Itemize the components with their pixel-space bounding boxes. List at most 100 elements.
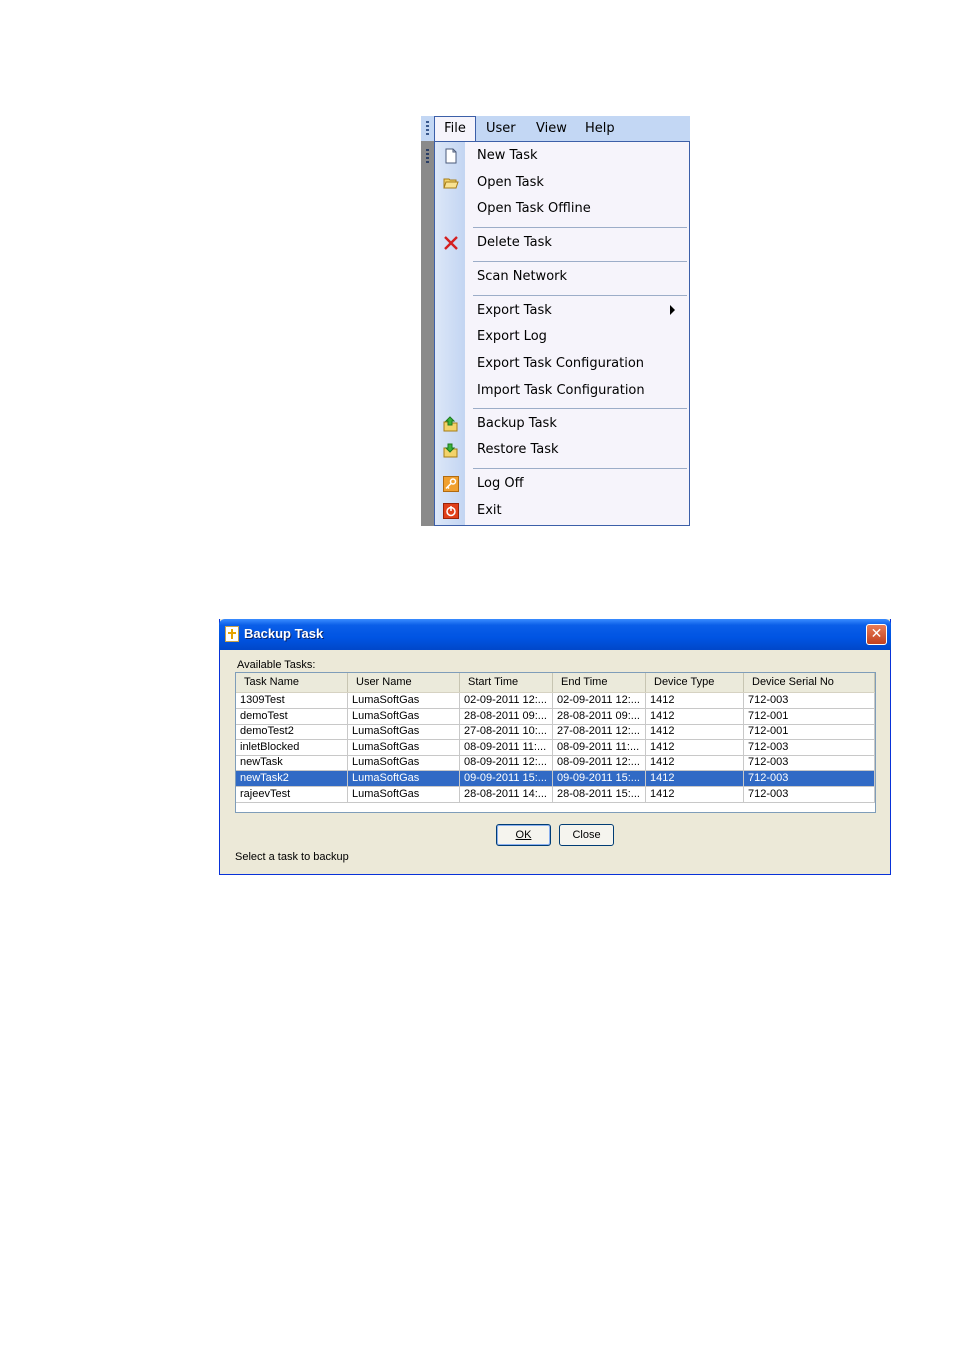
cell-end-time: 27-08-2011 12:... <box>553 724 646 740</box>
menu-item-restore-task[interactable]: Restore Task <box>435 437 689 463</box>
menu-view[interactable]: View <box>536 116 567 141</box>
table-row[interactable]: newTask2 LumaSoftGas 09-09-2011 15:... 09-0… <box>236 771 875 787</box>
cell-user-name: LumaSoftGas <box>348 708 460 724</box>
menu-item-export-log[interactable]: Export Log <box>435 324 689 350</box>
delete-x-icon <box>443 235 459 251</box>
toolbar-grip-lower[interactable] <box>426 149 429 163</box>
cell-task-name: 1309Test <box>236 693 348 708</box>
cell-device-type: 1412 <box>646 693 744 708</box>
cell-user-name: LumaSoftGas <box>348 739 460 755</box>
cell-device-serial-no: 712-003 <box>744 755 875 771</box>
menu-help[interactable]: Help <box>585 116 615 141</box>
menu-item-backup-task[interactable]: Backup Task <box>435 411 689 437</box>
column-header-device-serial-no[interactable]: Device Serial No <box>744 673 875 692</box>
new-document-icon <box>443 148 459 164</box>
column-header-task-name[interactable]: Task Name <box>236 673 348 692</box>
menu-item-label: Export Task Configuration <box>477 356 645 371</box>
cell-device-type: 1412 <box>646 771 744 786</box>
cell-device-serial-no: 712-003 <box>744 786 875 802</box>
menu-item-import-task-configuration[interactable]: Import Task Configuration <box>435 378 689 404</box>
cell-user-name: LumaSoftGas <box>348 693 460 708</box>
dialog-titlebar[interactable]: Backup Task ✕ <box>219 619 891 650</box>
menu-item-label: Open Task <box>477 175 544 190</box>
cell-task-name: inletBlocked <box>236 739 348 755</box>
available-tasks-label: Available Tasks: <box>237 659 316 671</box>
menu-user[interactable]: User <box>486 116 516 141</box>
menu-item-label: Import Task Configuration <box>477 383 645 398</box>
menu-file[interactable]: File <box>434 116 476 141</box>
cell-end-time: 08-09-2011 11:... <box>553 739 646 755</box>
table-row[interactable]: rajeevTest LumaSoftGas 28-08-2011 14:... 28… <box>236 786 875 803</box>
toolbar-grip[interactable] <box>426 121 429 135</box>
column-header-end-time[interactable]: End Time <box>553 673 646 692</box>
table-row[interactable]: demoTest LumaSoftGas 28-08-2011 09:... 28-0… <box>236 708 875 725</box>
cell-user-name: LumaSoftGas <box>348 755 460 771</box>
table-row[interactable]: demoTest2 LumaSoftGas 27-08-2011 10:... 27-… <box>236 724 875 741</box>
cell-start-time: 08-09-2011 12:... <box>460 755 553 771</box>
cell-task-name: demoTest <box>236 708 348 724</box>
menu-item-label: Restore Task <box>477 442 559 457</box>
table-row[interactable]: newTask LumaSoftGas 08-09-2011 12:... 08-09… <box>236 755 875 772</box>
cell-device-type: 1412 <box>646 708 744 724</box>
column-header-user-name[interactable]: User Name <box>348 673 460 692</box>
menu-item-scan-network[interactable]: Scan Network <box>435 264 689 290</box>
cell-end-time: 28-08-2011 09:... <box>553 708 646 724</box>
ok-button[interactable]: OK <box>496 824 551 846</box>
close-label: Close <box>572 829 601 841</box>
app-icon <box>225 626 239 642</box>
cell-end-time: 08-09-2011 12:... <box>553 755 646 771</box>
cell-end-time: 09-09-2011 15:... <box>553 771 646 786</box>
menu-separator <box>473 408 687 409</box>
menu-item-exit[interactable]: Exit <box>435 498 689 524</box>
cell-start-time: 28-08-2011 09:... <box>460 708 553 724</box>
menu-item-delete-task[interactable]: Delete Task <box>435 230 689 256</box>
column-header-device-type[interactable]: Device Type <box>646 673 744 692</box>
menu-item-new-task[interactable]: New Task <box>435 143 689 169</box>
cell-start-time: 09-09-2011 15:... <box>460 771 553 786</box>
key-icon <box>443 476 459 492</box>
menu-item-label: Open Task Offline <box>477 201 591 216</box>
cell-user-name: LumaSoftGas <box>348 786 460 802</box>
menu-item-label: Scan Network <box>477 269 568 284</box>
menu-item-label: Exit <box>477 503 502 518</box>
tasks-listview[interactable]: Task Name User Name Start Time End Time … <box>235 672 876 813</box>
list-header: Task Name User Name Start Time End Time … <box>236 673 875 693</box>
column-header-start-time[interactable]: Start Time <box>460 673 553 692</box>
cell-task-name: newTask2 <box>236 771 348 786</box>
menu-item-log-off[interactable]: Log Off <box>435 471 689 497</box>
menu-item-open-task[interactable]: Open Task <box>435 170 689 196</box>
cell-device-type: 1412 <box>646 786 744 802</box>
cell-device-serial-no: 712-003 <box>744 739 875 755</box>
menubar: File User View Help <box>421 116 690 142</box>
menu-separator <box>473 227 687 228</box>
cell-device-serial-no: 712-003 <box>744 693 875 708</box>
menu-item-label: Export Task <box>477 303 552 318</box>
menu-item-label: Delete Task <box>477 235 552 250</box>
menu-item-export-task[interactable]: Export Task <box>435 298 689 324</box>
table-row[interactable]: 1309Test LumaSoftGas 02-09-2011 12:... 02-0… <box>236 693 875 709</box>
cell-start-time: 08-09-2011 11:... <box>460 739 553 755</box>
cell-device-type: 1412 <box>646 739 744 755</box>
menu-separator <box>473 468 687 469</box>
menu-separator <box>473 295 687 296</box>
cell-end-time: 28-08-2011 15:... <box>553 786 646 802</box>
close-window-button[interactable]: ✕ <box>866 624 887 645</box>
status-text: Select a task to backup <box>235 851 349 863</box>
folder-open-icon <box>443 175 459 191</box>
cell-start-time: 28-08-2011 14:... <box>460 786 553 802</box>
cell-device-serial-no: 712-001 <box>744 724 875 740</box>
toolbar-strip <box>421 141 434 526</box>
cell-start-time: 02-09-2011 12:... <box>460 693 553 708</box>
cell-device-serial-no: 712-001 <box>744 708 875 724</box>
cell-user-name: LumaSoftGas <box>348 771 460 786</box>
backup-folder-icon <box>443 416 459 432</box>
file-dropdown: New Task Open Task Open Task Offline Del… <box>434 141 690 526</box>
menu-item-open-task-offline[interactable]: Open Task Offline <box>435 196 689 222</box>
cell-device-type: 1412 <box>646 755 744 771</box>
restore-folder-icon <box>443 442 459 458</box>
menu-item-export-task-configuration[interactable]: Export Task Configuration <box>435 351 689 377</box>
table-row[interactable]: inletBlocked LumaSoftGas 08-09-2011 11:...… <box>236 739 875 756</box>
close-button[interactable]: Close <box>559 824 614 846</box>
submenu-arrow-icon <box>670 305 675 315</box>
cell-start-time: 27-08-2011 10:... <box>460 724 553 740</box>
